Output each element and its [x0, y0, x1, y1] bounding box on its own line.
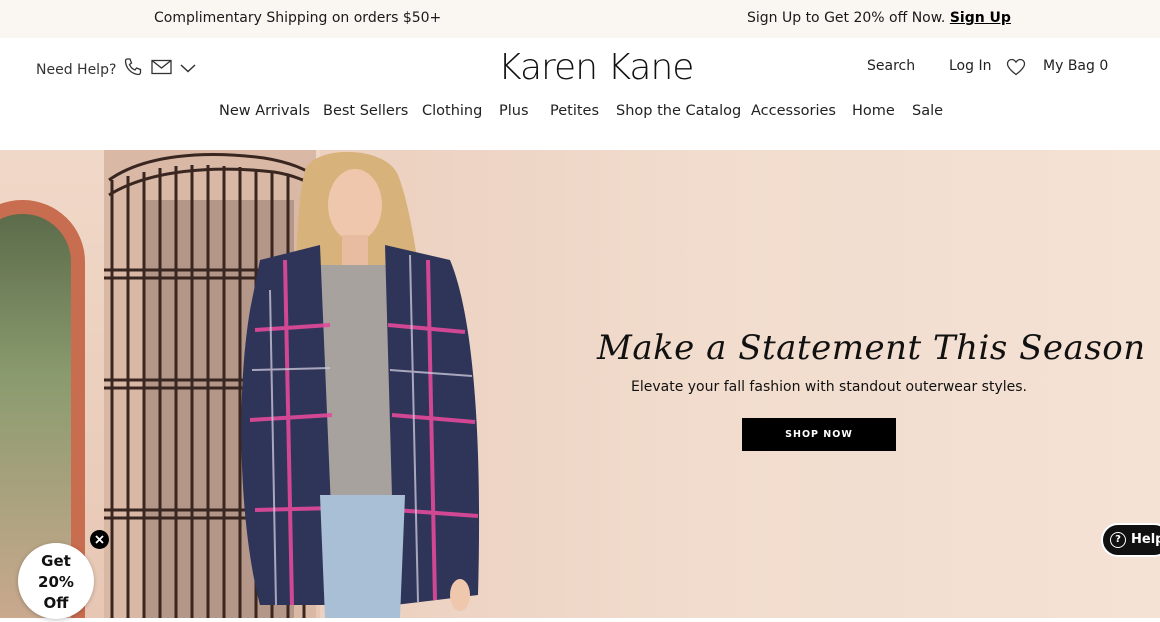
- site-header: Need Help? Karen Kane Search Log In My B…: [0, 38, 1160, 150]
- shop-now-button[interactable]: SHOP NOW: [742, 418, 896, 451]
- announcement-bar: Complimentary Shipping on orders $50+ Si…: [0, 0, 1160, 38]
- my-bag-link[interactable]: My Bag 0: [1043, 58, 1108, 74]
- heart-icon[interactable]: [1006, 58, 1026, 76]
- need-help-label: Need Help?: [36, 62, 117, 78]
- mail-icon[interactable]: [151, 59, 172, 75]
- nav-item-home[interactable]: Home: [852, 103, 895, 119]
- help-button[interactable]: ? Help: [1101, 523, 1160, 557]
- nav-item-accessories[interactable]: Accessories: [751, 103, 836, 119]
- discount-line-2: 20%: [38, 573, 74, 591]
- nav-item-petites[interactable]: Petites: [550, 103, 599, 119]
- nav-item-plus[interactable]: Plus: [499, 103, 529, 119]
- brand-logo[interactable]: Karen Kane: [498, 45, 694, 91]
- discount-line-3: Off: [43, 594, 69, 612]
- nav-item-new-arrivals[interactable]: New Arrivals: [219, 103, 310, 119]
- hero-model-image: [220, 150, 490, 618]
- hero-headline: Make a Statement This Season: [597, 328, 1146, 368]
- question-icon: ?: [1110, 532, 1126, 548]
- help-label: Help: [1131, 532, 1160, 547]
- hero-banner[interactable]: Make a Statement This Season Elevate you…: [0, 150, 1160, 618]
- chevron-down-icon[interactable]: [179, 60, 197, 74]
- login-link[interactable]: Log In: [949, 58, 991, 74]
- signup-promo: Sign Up to Get 20% off Now. Sign Up: [747, 10, 1011, 26]
- search-link[interactable]: Search: [867, 58, 915, 74]
- nav-item-shop-the-catalog[interactable]: Shop the Catalog: [616, 103, 741, 119]
- close-icon[interactable]: [90, 530, 109, 549]
- phone-icon[interactable]: [122, 56, 144, 78]
- nav-item-sale[interactable]: Sale: [912, 103, 943, 119]
- discount-line-1: Get: [41, 552, 71, 570]
- discount-badge[interactable]: Get 20% Off: [18, 543, 94, 619]
- nav-item-clothing[interactable]: Clothing: [422, 103, 482, 119]
- hero-subheadline: Elevate your fall fashion with standout …: [631, 379, 1027, 395]
- shipping-promo-text: Complimentary Shipping on orders $50+: [154, 10, 442, 26]
- signup-link[interactable]: Sign Up: [950, 10, 1011, 26]
- main-navigation: New Arrivals Best Sellers Clothing Plus …: [0, 103, 1160, 123]
- signup-promo-text: Sign Up to Get 20% off Now.: [747, 10, 946, 26]
- nav-item-best-sellers[interactable]: Best Sellers: [323, 103, 408, 119]
